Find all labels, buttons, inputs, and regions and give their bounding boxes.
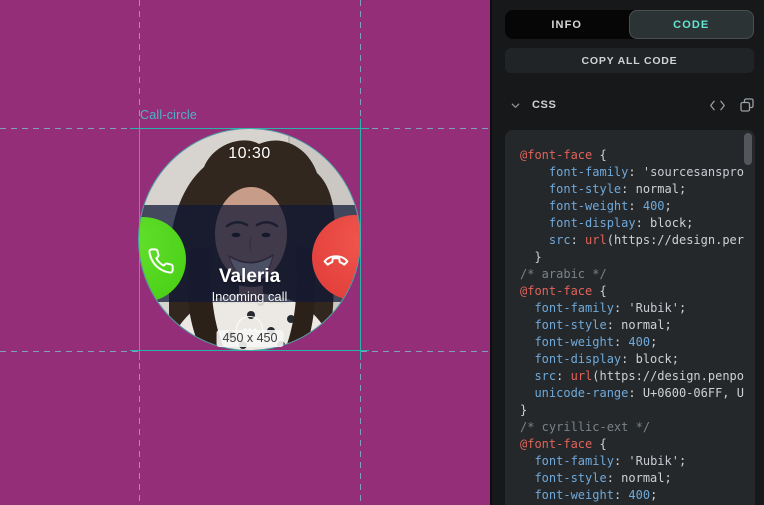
guide-line-horizontal-bottom <box>361 351 490 352</box>
penpot-workspace: Call-circle <box>0 0 764 505</box>
selection-handle[interactable] <box>139 351 140 360</box>
selection-handle[interactable] <box>139 119 140 128</box>
call-circle-shape[interactable]: 10:30 Valeria Incoming call <box>139 129 360 350</box>
tab-code[interactable]: CODE <box>629 10 755 39</box>
selection-handle[interactable] <box>360 128 369 129</box>
shape-size-badge: 450 x 450 <box>217 330 284 347</box>
chevron-down-icon[interactable] <box>510 100 521 111</box>
selection-handle[interactable] <box>130 128 139 129</box>
tab-info[interactable]: INFO <box>505 10 629 39</box>
panel-tabbar: INFO CODE <box>505 10 754 39</box>
shape-name-label[interactable]: Call-circle <box>140 108 197 122</box>
caller-name-text: Valeria <box>139 266 360 288</box>
guide-line-vertical-left <box>139 0 140 124</box>
guide-line-horizontal-top <box>361 128 490 129</box>
call-time-text: 10:30 <box>139 145 360 163</box>
selection-handle[interactable] <box>360 119 361 128</box>
selection-handle[interactable] <box>360 350 369 351</box>
guide-line-horizontal-bottom <box>0 351 139 352</box>
guide-line-vertical-left <box>139 352 140 505</box>
css-section-label: CSS <box>532 99 695 111</box>
selection-handle[interactable] <box>130 350 139 351</box>
design-canvas[interactable]: Call-circle <box>0 0 490 505</box>
code-scrollbar-thumb[interactable] <box>744 133 752 165</box>
view-code-icon[interactable] <box>709 99 726 112</box>
code-content: @font-face { font-family: 'sourcesanspro… <box>520 147 741 504</box>
copy-css-icon[interactable] <box>740 98 754 112</box>
call-status-text: Incoming call <box>139 289 360 304</box>
guide-line-horizontal-top <box>0 128 139 129</box>
copy-all-code-button[interactable]: COPY ALL CODE <box>505 48 754 73</box>
inspect-panel: INFO CODE COPY ALL CODE CSS @font-face {… <box>490 0 764 505</box>
css-code-block[interactable]: @font-face { font-family: 'sourcesanspro… <box>505 130 755 505</box>
css-section-header[interactable]: CSS <box>505 93 754 117</box>
guide-line-vertical-right <box>360 352 361 505</box>
selection-handle[interactable] <box>360 351 361 360</box>
guide-line-vertical-right <box>360 0 361 128</box>
